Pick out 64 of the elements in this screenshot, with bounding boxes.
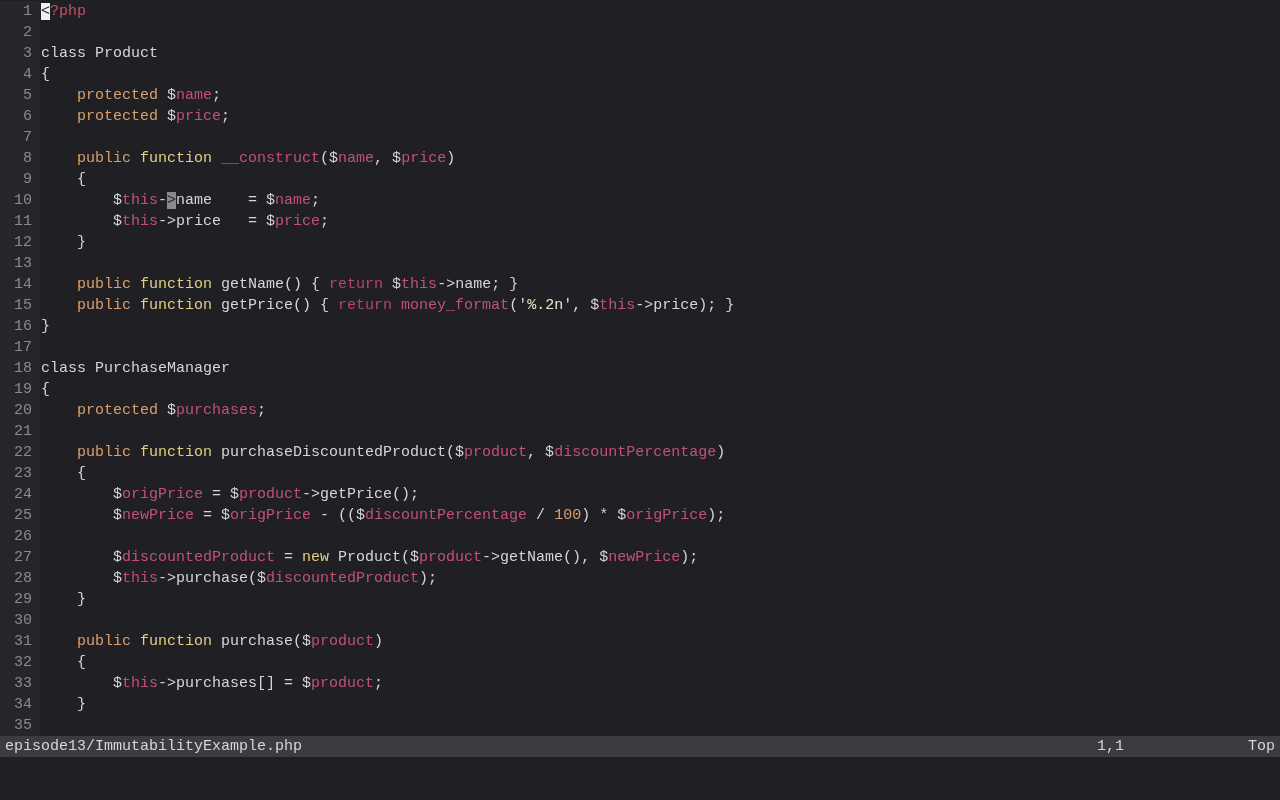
code-line: }	[40, 317, 50, 337]
line-number: 1	[0, 1, 40, 22]
code-line: public function __construct($name, $price)	[76, 149, 456, 169]
line-number: 29	[0, 589, 40, 610]
line-number: 14	[0, 274, 40, 295]
code-line: public function purchaseDiscountedProduct($product, $discountPercentage)	[76, 443, 726, 463]
line-number: 9	[0, 169, 40, 190]
line-number: 34	[0, 694, 40, 715]
line-number: 35	[0, 715, 40, 736]
code-line: class Product	[40, 44, 159, 64]
line-number: 20	[0, 400, 40, 421]
line-number: 10	[0, 190, 40, 211]
line-number: 30	[0, 610, 40, 631]
code-line: }	[76, 695, 86, 715]
code-line: $this->name = $name;	[112, 191, 321, 211]
line-number: 18	[0, 358, 40, 379]
code-line: public function getPrice() { return money_format('%.2n', $this->price); }	[76, 296, 735, 316]
line-number: 2	[0, 22, 40, 43]
line-number: 15	[0, 295, 40, 316]
line-number: 21	[0, 421, 40, 442]
line-number: 31	[0, 631, 40, 652]
code-line: protected $purchases;	[76, 401, 267, 421]
code-line: $this->purchases[] = $product;	[112, 674, 384, 694]
line-number: 23	[0, 463, 40, 484]
code-line: $origPrice = $product->getPrice();	[112, 485, 420, 505]
line-number: 3	[0, 43, 40, 64]
file-name: episode13/ImmutabilityExample.php	[5, 737, 303, 757]
cursor-position: 1,1	[1096, 737, 1124, 757]
line-number: 4	[0, 64, 40, 85]
code-line: {	[40, 380, 50, 400]
code-line: }	[76, 590, 86, 610]
code-line: public function getName() { return $this->name; }	[76, 275, 519, 295]
line-number: 27	[0, 547, 40, 568]
code-line: $this->purchase($discountedProduct);	[112, 569, 438, 589]
line-number: 5	[0, 85, 40, 106]
line-number: 7	[0, 127, 40, 148]
line-number: 25	[0, 505, 40, 526]
line-number: 17	[0, 337, 40, 358]
line-number: 33	[0, 673, 40, 694]
code-line: {	[40, 65, 50, 85]
code-line: $this->price = $price;	[112, 212, 330, 232]
code-line: protected $price;	[76, 107, 231, 127]
code-line: {	[76, 170, 86, 190]
line-number: 32	[0, 652, 40, 673]
line-number: 19	[0, 379, 40, 400]
line-number: 8	[0, 148, 40, 169]
line-number: 11	[0, 211, 40, 232]
line-number: 6	[0, 106, 40, 127]
line-number: 13	[0, 253, 40, 274]
code-line: $discountedProduct = new Product($product->getName(), $newPrice);	[112, 548, 699, 568]
code-line: protected $name;	[76, 86, 222, 106]
line-number: 26	[0, 526, 40, 547]
line-number: 16	[0, 316, 40, 337]
code-line: public function purchase($product)	[76, 632, 384, 652]
code-line: $newPrice = $origPrice - (($discountPercentage / 100) * $origPrice);	[112, 506, 726, 526]
line-number: 24	[0, 484, 40, 505]
code-line: {	[76, 653, 86, 673]
code-line: }	[76, 233, 86, 253]
scroll-position: Top	[1248, 737, 1275, 757]
line-number: 22	[0, 442, 40, 463]
line-number: 12	[0, 232, 40, 253]
code-line: class PurchaseManager	[40, 359, 231, 379]
code-line: {	[76, 464, 86, 484]
line-number: 28	[0, 568, 40, 589]
